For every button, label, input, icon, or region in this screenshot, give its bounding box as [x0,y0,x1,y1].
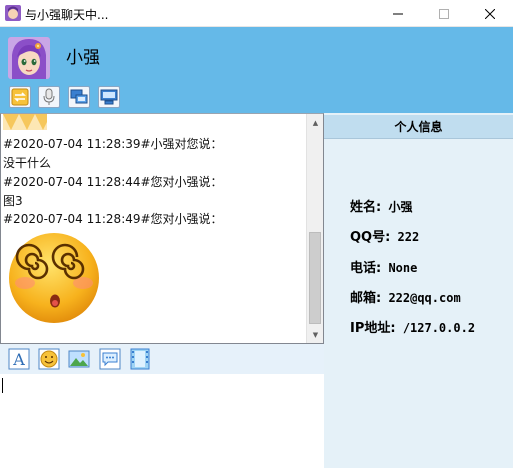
info-panel-heading: 个人信息 [324,115,513,139]
name-label: 姓名: [350,200,382,215]
qq-value: 222 [397,230,420,244]
font-icon: A [8,348,30,370]
transfer-icon [11,88,29,106]
message-meta: #2020-07-04 11:28:49#您对小强说： [3,212,223,226]
video-button[interactable] [98,86,120,108]
sun-sticker-image [3,114,47,130]
chat-history-icon [99,348,121,370]
chat-history[interactable]: #2020-07-04 11:28:39#小强对您说： 没干什么 #2020-0… [0,113,324,344]
voice-button[interactable] [38,86,60,108]
image-button[interactable] [68,348,90,370]
name-value: 小强 [388,200,413,214]
contact-info-panel: 个人信息 姓名: 小强 QQ号: 222 电话: None 邮箱: 222@qq… [324,113,513,468]
ip-label: IP地址: [350,321,396,336]
emoji-icon [38,348,60,370]
app-logo-icon [5,5,21,21]
scroll-up-arrow-icon[interactable]: ▲ [307,114,323,131]
qq-label: QQ号: [350,230,391,245]
video-clip-button[interactable] [129,348,151,370]
maximize-button[interactable] [421,0,467,27]
minimize-icon [393,13,403,14]
film-icon [130,348,150,370]
remote-desktop-icon [70,89,88,104]
avatar-girl-icon [8,37,50,79]
contact-avatar[interactable] [8,37,50,79]
info-ip-row: IP地址: /127.0.0.2 [350,317,475,336]
chat-header: 小强 [0,27,513,113]
contact-name: 小强 [66,48,100,68]
phone-value: None [388,261,418,275]
title-bar: 与小强聊天中... [0,0,513,27]
minimize-button[interactable] [375,0,421,27]
phone-label: 电话: [350,261,382,276]
info-email-row: 邮箱: 222@qq.com [350,287,461,306]
message-content: 图3 [3,194,23,208]
message-content: 没干什么 [3,156,52,170]
window-title: 与小强聊天中... [25,8,109,22]
ip-value: /127.0.0.2 [402,321,476,335]
message-meta: #2020-07-04 11:28:44#您对小强说： [3,175,223,189]
maximize-icon [439,8,449,19]
scroll-down-arrow-icon[interactable]: ▼ [307,326,323,343]
chat-history-button[interactable] [99,348,121,370]
info-phone-row: 电话: None [350,257,417,276]
svg-text:A: A [12,350,25,369]
text-caret [2,378,3,393]
file-transfer-button[interactable] [9,86,31,108]
info-name-row: 姓名: 小强 [350,196,412,215]
monitor-icon [100,89,118,105]
font-button[interactable]: A [8,348,30,370]
scrollbar-thumb[interactable] [309,232,321,324]
emoji-button[interactable] [38,348,60,370]
input-toolbar: A [0,344,324,374]
info-qq-row: QQ号: 222 [350,226,419,245]
close-button[interactable] [467,0,513,27]
close-icon [485,8,495,19]
email-value: 222@qq.com [388,291,461,305]
image-icon [68,350,90,368]
microphone-icon [43,88,55,105]
message-input[interactable] [0,374,324,468]
email-label: 邮箱: [350,291,382,306]
chat-scrollbar[interactable]: ▲ ▼ [306,114,323,343]
remote-desktop-button[interactable] [68,86,90,108]
dizzy-face-emoji [9,233,99,323]
message-meta: #2020-07-04 11:28:39#小强对您说： [3,137,223,151]
